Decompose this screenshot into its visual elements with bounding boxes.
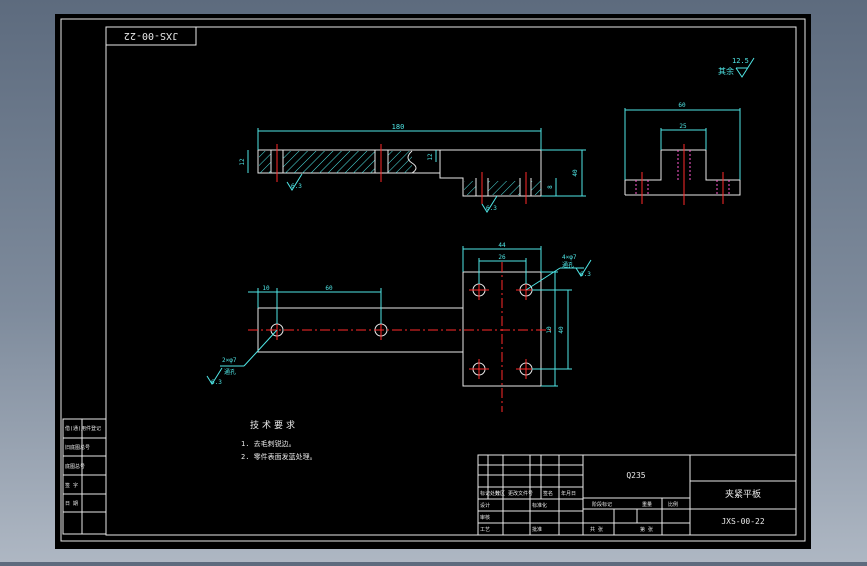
label-date: 年月日 [561,490,576,497]
drawing-sheet [55,14,811,549]
dim-top-44: 44 [498,242,506,249]
label-mark: 标记 [480,490,490,497]
dim-step: 12 [427,153,434,161]
side-table-row-5: 日 期 [65,501,78,507]
label-sheet2: 第 张 [640,526,653,533]
roughness-front-mid: 6.3 [486,205,497,212]
label-zone: 分区 [495,490,505,497]
label-weight: 重量 [642,501,652,508]
cad-viewport[interactable]: JXS-00-22 其余 12.5 180 12 12 40 8 6.3 6.3… [0,0,867,562]
title-part-name: 夹紧平板 [725,488,761,500]
title-material: Q235 [626,471,645,480]
roughness-front-left: 6.3 [291,183,302,190]
label-standard: 标准化 [532,502,547,509]
roughness-top-right: 6.3 [580,271,591,278]
label-scale: 比例 [668,501,678,508]
roughness-value-top: 12.5 [732,57,749,65]
label-sheet: 共 张 [590,526,603,533]
dim-side-width: 60 [678,102,686,109]
dim-right-small: 8 [547,185,554,189]
label-stage: 阶段标记 [592,501,612,508]
label-design: 设计 [480,502,490,509]
dim-top-60: 60 [325,285,333,292]
dim-top-right-inner: 10 [546,326,553,334]
dim-side-slot: 25 [679,123,687,130]
side-table-row-2: 旧底图总号 [65,444,90,451]
dim-right-height: 40 [572,169,579,177]
hole-note-left-tag: 通孔 [224,368,236,376]
requirements-item-2: 2. 零件表面发蓝处理。 [241,452,317,461]
dim-top-26: 26 [498,254,506,261]
title-drawing-no: JXS-00-22 [721,517,765,526]
side-table-row-4: 签 字 [65,482,78,489]
code-box-text: JXS-00-22 [124,30,178,41]
dim-overall-width: 180 [392,123,405,131]
dim-left-height: 12 [239,158,246,166]
label-sign: 签名 [543,490,553,497]
dim-top-right-outer: 40 [558,326,565,334]
requirements-title: 技术要求 [250,419,298,431]
side-table-row-3: 底图总号 [65,463,85,470]
label-change-doc: 更改文件号 [508,490,533,497]
hole-note-left: 2×φ7 [222,357,237,364]
roughness-top-left: 6.3 [211,379,222,386]
hole-note-right-tag: 通孔 [562,261,574,269]
label-check: 审核 [480,514,490,521]
label-process: 工艺 [480,527,490,533]
dim-top-10: 10 [262,285,270,292]
label-approve: 批准 [532,526,542,533]
roughness-prefix: 其余 [718,66,734,76]
hole-note-right: 4×φ7 [562,254,577,261]
requirements-item-1: 1. 去毛刺锐边。 [241,439,296,448]
side-table-row-1: 借(通)用件登记 [65,425,101,432]
drawing-canvas: JXS-00-22 其余 12.5 180 12 12 40 8 6.3 6.3… [55,14,811,549]
